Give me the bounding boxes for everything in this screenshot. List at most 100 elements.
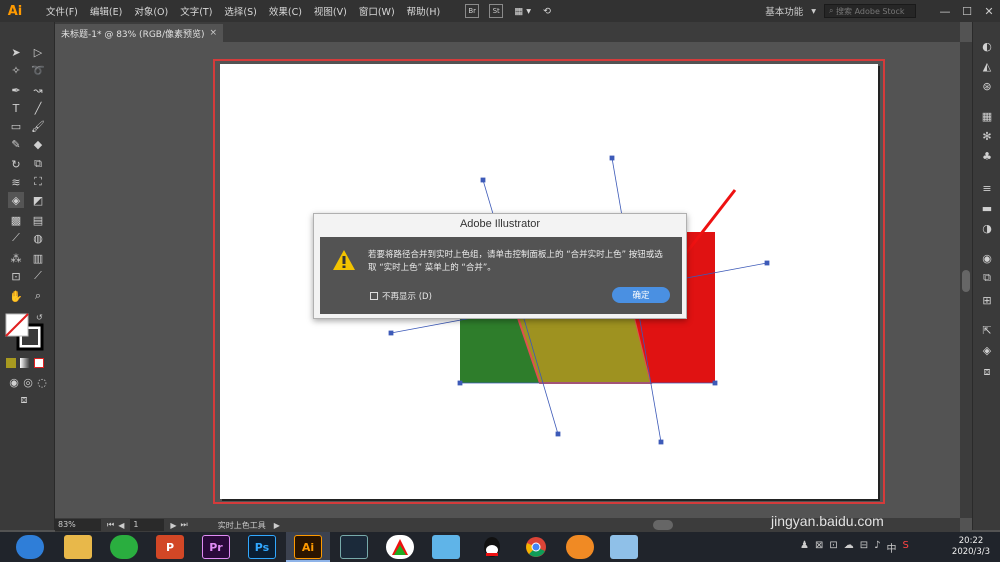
swatches-panel-icon[interactable]: ▦ xyxy=(979,108,995,124)
free-transform-tool-icon[interactable]: ⛶ xyxy=(30,174,46,190)
blue-app-icon[interactable] xyxy=(610,535,638,559)
horizontal-scroll-thumb[interactable] xyxy=(653,520,673,530)
layers-panel-icon[interactable]: ◈ xyxy=(979,342,995,358)
type-tool-icon[interactable]: T xyxy=(8,100,24,116)
previous-artboard-icon[interactable]: ◀ xyxy=(118,521,124,530)
qq-icon[interactable] xyxy=(478,535,506,559)
sogou-icon[interactable]: S xyxy=(903,540,909,555)
color-mode-icon[interactable] xyxy=(6,358,16,368)
menu-select[interactable]: 选择(S) xyxy=(218,4,262,18)
premiere-icon[interactable]: Pr xyxy=(202,535,230,559)
close-tab-icon[interactable]: × xyxy=(209,28,217,38)
ok-button[interactable]: 确定 xyxy=(612,287,670,303)
arrange-documents-icon[interactable]: ▦ ▾ xyxy=(508,6,537,17)
orange-app-icon[interactable] xyxy=(566,535,594,559)
olive-region[interactable] xyxy=(516,317,653,384)
brushes-panel-icon[interactable]: ✻ xyxy=(979,128,995,144)
first-artboard-icon[interactable]: ⏮ xyxy=(107,520,114,530)
column-graph-tool-icon[interactable]: ▥ xyxy=(30,250,46,266)
menu-window[interactable]: 窗口(W) xyxy=(353,4,401,18)
live-paint-bucket-tool-icon[interactable]: ◈ xyxy=(8,192,24,208)
close-button[interactable]: ✕ xyxy=(978,5,1000,18)
vertical-scrollbar[interactable] xyxy=(960,42,972,518)
volume-icon[interactable]: ♪ xyxy=(874,540,880,555)
artboard-tool-icon[interactable]: ⊡ xyxy=(8,268,24,284)
rectangle-tool-icon[interactable]: ▭ xyxy=(8,118,24,134)
zoom-level-field[interactable]: 83% xyxy=(55,519,101,531)
maximize-button[interactable]: ☐ xyxy=(956,5,978,18)
menu-object[interactable]: 对象(O) xyxy=(128,4,174,18)
network-icon[interactable]: ⊟ xyxy=(860,540,868,555)
draw-inside-icon[interactable]: ◌ xyxy=(34,374,50,390)
zoom-tool-icon[interactable]: ⌕ xyxy=(30,288,46,304)
next-artboard-icon[interactable]: ▶ xyxy=(170,521,176,530)
shaper-tool-icon[interactable]: ✎ xyxy=(8,136,24,152)
line-tool-icon[interactable]: ╱ xyxy=(30,100,46,116)
eraser-tool-icon[interactable]: ◆ xyxy=(30,136,46,152)
security-icon[interactable]: ⊠ xyxy=(815,540,823,555)
last-artboard-icon[interactable]: ⏭ xyxy=(181,520,188,530)
ime-indicator[interactable]: 中 xyxy=(887,540,897,555)
none-mode-icon[interactable] xyxy=(34,358,44,368)
menu-edit[interactable]: 编辑(E) xyxy=(84,4,128,18)
dont-show-again-row[interactable]: 不再显示 (D) xyxy=(370,290,432,302)
stock-button[interactable]: St xyxy=(489,4,504,18)
mesh-tool-icon[interactable]: ▩ xyxy=(8,212,24,228)
width-tool-icon[interactable]: ≋ xyxy=(8,174,24,190)
app-tray-icon[interactable]: ⊡ xyxy=(829,540,837,555)
illustrator-icon[interactable]: Ai xyxy=(294,535,322,559)
gpu-performance-icon[interactable]: ⟲ xyxy=(537,6,557,17)
screen-mode-icon[interactable]: ⧈ xyxy=(16,392,32,408)
cloud-icon[interactable]: ☁ xyxy=(844,540,854,555)
menu-view[interactable]: 视图(V) xyxy=(308,4,353,18)
menu-file[interactable]: 文件(F) xyxy=(40,4,84,18)
chevron-down-icon[interactable]: ▾ xyxy=(811,6,816,17)
cc-libraries-icon[interactable]: ⊛ xyxy=(979,78,995,94)
stroke-panel-icon[interactable]: ≡ xyxy=(979,180,995,196)
menu-help[interactable]: 帮助(H) xyxy=(401,4,447,18)
blend-tool-icon[interactable]: ◍ xyxy=(30,230,46,246)
red-green-app-icon[interactable] xyxy=(386,535,414,559)
selection-tool-icon[interactable]: ➤ xyxy=(8,44,24,60)
pen-tool-icon[interactable]: ✒ xyxy=(8,82,24,98)
lasso-tool-icon[interactable]: ➰ xyxy=(30,62,46,78)
symbols-panel-icon[interactable]: ♣ xyxy=(979,148,995,164)
artboards-panel-icon[interactable]: ⧈ xyxy=(979,364,995,380)
menu-type[interactable]: 文字(T) xyxy=(174,4,218,18)
chrome-icon[interactable] xyxy=(522,535,550,559)
minimize-button[interactable]: — xyxy=(934,5,956,18)
export-panel-icon[interactable]: ⇱ xyxy=(979,322,995,338)
color-guide-panel-icon[interactable]: ◭ xyxy=(979,58,995,74)
menu-effect[interactable]: 效果(C) xyxy=(263,4,308,18)
eyedropper-tool-icon[interactable]: ⟋ xyxy=(8,230,24,246)
file-explorer-icon[interactable] xyxy=(64,535,92,559)
gradient-panel-icon[interactable]: ▬ xyxy=(979,200,995,216)
video-editor-icon[interactable] xyxy=(340,535,368,559)
fill-stroke-swatch[interactable]: ↺ xyxy=(4,312,46,352)
powerpoint-icon[interactable]: P xyxy=(156,535,184,559)
appearance-panel-icon[interactable]: ◉ xyxy=(979,250,995,266)
paintbrush-tool-icon[interactable]: 🖌 xyxy=(30,118,46,134)
taskbar-clock[interactable]: 20:22 2020/3/3 xyxy=(948,536,994,558)
hand-tool-icon[interactable]: ✋ xyxy=(8,288,24,304)
direct-selection-tool-icon[interactable]: ▷ xyxy=(30,44,46,60)
vertical-scroll-thumb[interactable] xyxy=(962,270,970,292)
artboard-number-field[interactable]: 1 xyxy=(130,519,165,531)
photoshop-icon[interactable]: Ps xyxy=(248,535,276,559)
magic-wand-tool-icon[interactable]: ✧ xyxy=(8,62,24,78)
rotate-tool-icon[interactable]: ↻ xyxy=(8,156,24,172)
people-icon[interactable]: ♟ xyxy=(800,540,809,555)
bird-app-icon[interactable] xyxy=(432,535,460,559)
align-panel-icon[interactable]: ⊞ xyxy=(979,292,995,308)
bridge-button[interactable]: Br xyxy=(465,4,480,18)
curvature-tool-icon[interactable]: ↝ xyxy=(30,82,46,98)
slice-tool-icon[interactable]: ⟋ xyxy=(30,268,46,284)
search-icon[interactable] xyxy=(16,535,44,559)
gradient-tool-icon[interactable]: ▤ xyxy=(30,212,46,228)
status-menu-icon[interactable]: ▶ xyxy=(274,521,280,530)
scale-tool-icon[interactable]: ⧉ xyxy=(30,156,46,172)
symbol-sprayer-tool-icon[interactable]: ⁂ xyxy=(8,250,24,266)
color-panel-icon[interactable]: ◐ xyxy=(979,38,995,54)
perspective-grid-tool-icon[interactable]: ◩ xyxy=(30,192,46,208)
dont-show-again-checkbox[interactable] xyxy=(370,292,378,300)
